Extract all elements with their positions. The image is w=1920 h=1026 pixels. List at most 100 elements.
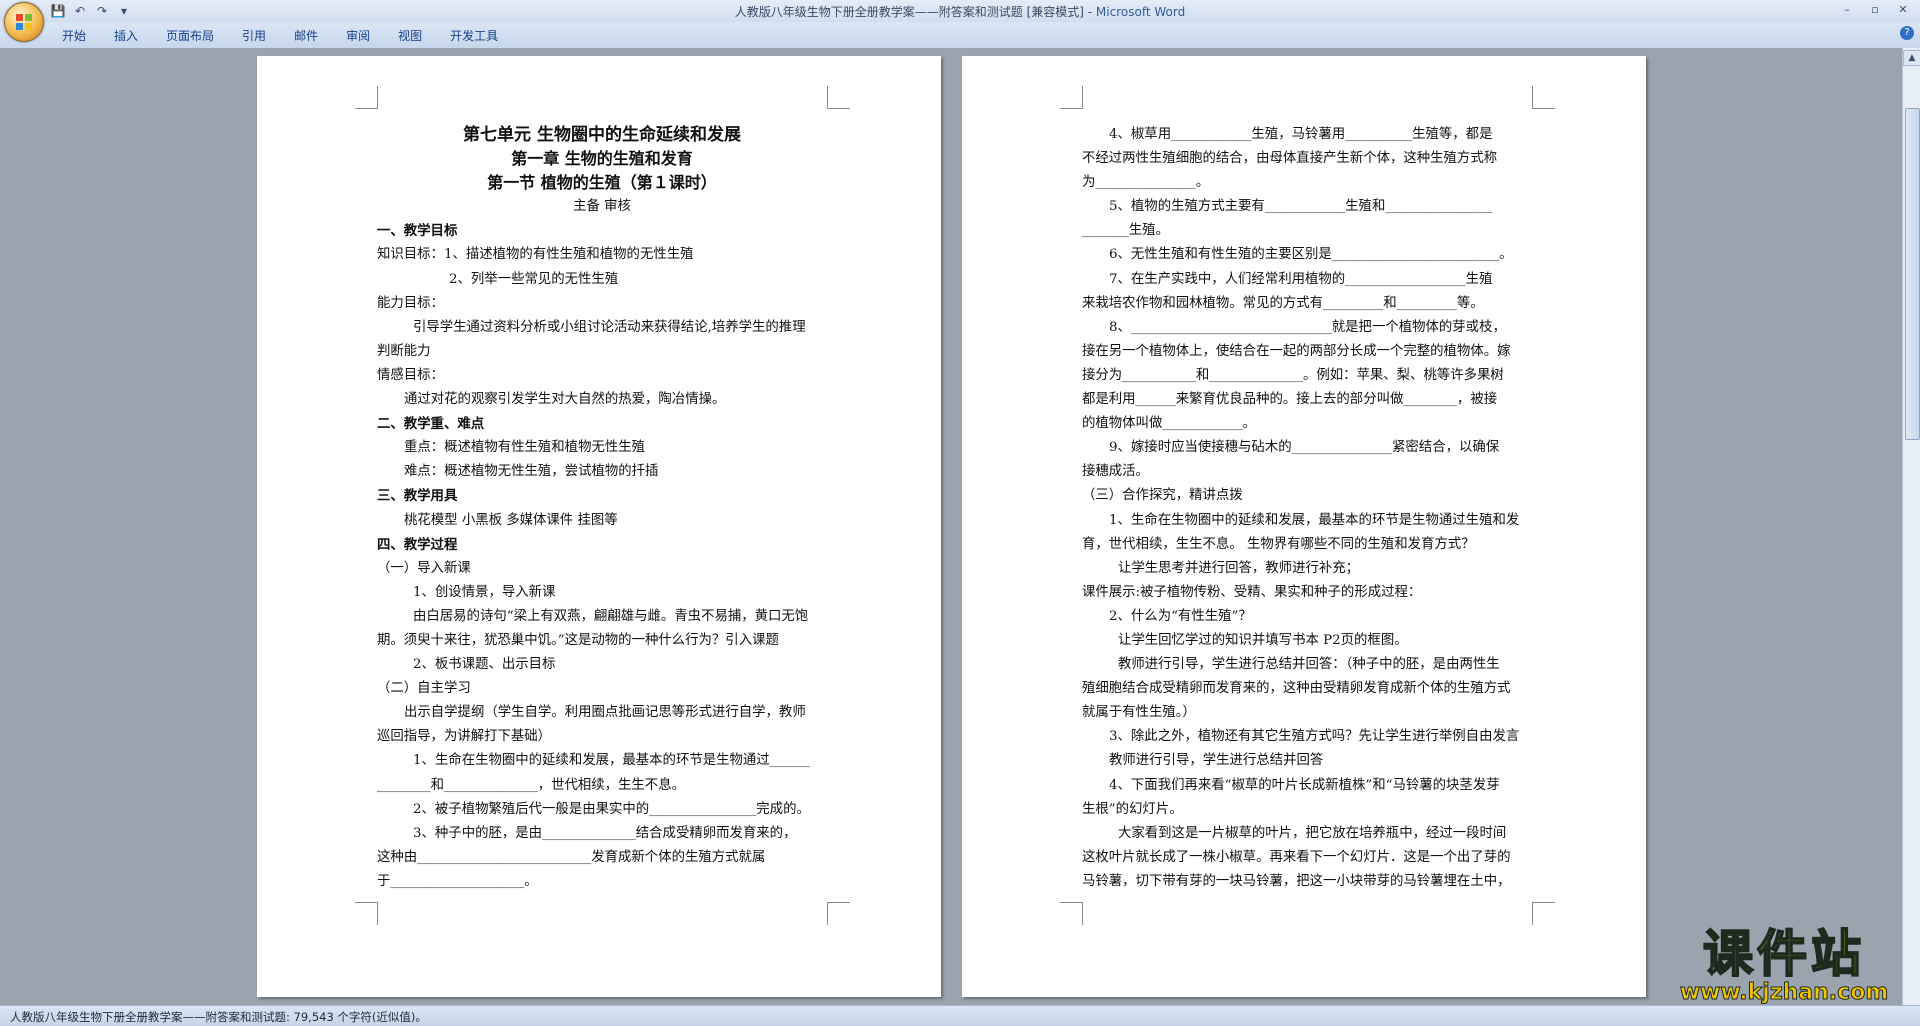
text-line[interactable]: 都是利用______来繁育优良品种的。接上去的部分叫做________，被接 [1082, 388, 1532, 412]
margin-mark [1532, 902, 1555, 925]
margin-mark [1060, 902, 1083, 925]
minimize-button[interactable]: – [1834, 1, 1860, 18]
text-line[interactable]: 难点：概述植物无性生殖，尝试植物的扦插 [377, 460, 827, 484]
text-line[interactable]: 这种由__________________________发育成新个体的生殖方式… [377, 846, 827, 870]
status-text: 人教版八年级生物下册全册教学案——附答案和测试题: 79,543 个字符(近似值… [10, 1010, 427, 1024]
text-line[interactable]: 接穗成活。 [1082, 460, 1532, 484]
text-line[interactable]: 6、无性生殖和有性生殖的主要区别是_______________________… [1082, 243, 1532, 267]
help-icon[interactable]: ? [1900, 26, 1914, 40]
text-line[interactable]: 接分为___________和______________。例如：苹果、梨、桃等… [1082, 364, 1532, 388]
text-line[interactable]: 四、教学过程 [377, 533, 827, 557]
text-line[interactable]: 桃花模型 小黑板 多媒体课件 挂图等 [377, 509, 827, 533]
text-line[interactable]: 情感目标： [377, 364, 827, 388]
text-line[interactable]: 于____________________。 [377, 870, 827, 894]
text-line[interactable]: 第一章 生物的生殖和发育 [377, 147, 827, 171]
text-line[interactable]: 的植物体叫做____________。 [1082, 412, 1532, 436]
page-1-text[interactable]: 第七单元 生物圈中的生命延续和发展 第一章 生物的生殖和发育 第一节 植物的生殖（… [377, 123, 827, 894]
watermark: 课件站 www.kjzhan.com [1666, 925, 1902, 1006]
text-line[interactable]: 1、生命在生物圈中的延续和发展，最基本的环节是生物通过生殖和发 [1082, 509, 1532, 533]
text-line[interactable]: 判断能力 [377, 340, 827, 364]
vertical-scrollbar[interactable]: ▲ [1902, 48, 1920, 1005]
text-line[interactable]: 2、被子植物繁殖后代一般是由果实中的________________完成的。 [377, 798, 827, 822]
text-line[interactable]: 生根”的幻灯片。 [1082, 798, 1532, 822]
tab-review[interactable]: 审阅 [332, 28, 384, 44]
document-page-2[interactable]: 4、椒草用____________生殖，马铃薯用__________生殖等，都是… [962, 56, 1646, 997]
text-line[interactable]: 3、种子中的胚，是由______________结合成受精卵而发育来的， [377, 822, 827, 846]
text-line[interactable]: 7、在生产实践中，人们经常利用植物的__________________生殖 [1082, 268, 1532, 292]
office-button[interactable] [4, 2, 44, 42]
text-line[interactable]: 二、教学重、难点 [377, 412, 827, 436]
text-line[interactable]: 就属于有性生殖。） [1082, 701, 1532, 725]
text-line[interactable]: 9、嫁接时应当使接穗与砧木的_______________紧密结合，以确保 [1082, 436, 1532, 460]
margin-mark [355, 86, 378, 109]
maximize-button[interactable]: ▫ [1862, 1, 1888, 18]
tab-page-layout[interactable]: 页面布局 [152, 28, 228, 44]
close-button[interactable]: ✕ [1890, 1, 1916, 18]
text-line[interactable]: 第一节 植物的生殖（第１课时） [377, 171, 827, 195]
tab-view[interactable]: 视图 [384, 28, 436, 44]
text-line[interactable]: 4、椒草用____________生殖，马铃薯用__________生殖等，都是 [1082, 123, 1532, 147]
text-line[interactable]: 重点：概述植物有性生殖和植物无性生殖 [377, 436, 827, 460]
text-line[interactable]: 期。须臾十来往，犹恐巢中饥。”这是动物的一种什么行为？引入课题 [377, 629, 827, 653]
text-line[interactable]: 教师进行引导，学生进行总结并回答：（种子中的胚，是由两性生 [1082, 653, 1532, 677]
text-line[interactable]: ________和______________，世代相续，生生不息。 [377, 774, 827, 798]
text-line[interactable]: 接在另一个植物体上，使结合在一起的两部分长成一个完整的植物体。嫁 [1082, 340, 1532, 364]
text-line[interactable]: 1、生命在生物圈中的延续和发展，最基本的环节是生物通过______ [377, 749, 827, 773]
watermark-text: 课件站 [1702, 925, 1865, 983]
text-line[interactable]: 主备 审核 [377, 195, 827, 219]
app-name: Microsoft Word [1095, 5, 1186, 19]
tab-insert[interactable]: 插入 [100, 28, 152, 44]
text-line[interactable]: 为_______________。 [1082, 171, 1532, 195]
text-line[interactable]: 不经过两性生殖细胞的结合，由母体直接产生新个体，这种生殖方式称 [1082, 147, 1532, 171]
tab-developer[interactable]: 开发工具 [436, 28, 512, 44]
scroll-up-button[interactable]: ▲ [1903, 50, 1920, 66]
ribbon-tab-bar: 开始 插入 页面布局 引用 邮件 审阅 视图 开发工具 ? [0, 22, 1920, 49]
text-line[interactable]: 3、除此之外，植物还有其它生殖方式吗？先让学生进行举例自由发言 [1082, 725, 1532, 749]
document-area[interactable]: 第七单元 生物圈中的生命延续和发展 第一章 生物的生殖和发育 第一节 植物的生殖（… [0, 48, 1902, 1005]
text-line[interactable]: 知识目标：1、描述植物的有性生殖和植物的无性生殖 [377, 243, 827, 267]
text-line[interactable]: 课件展示:被子植物传粉、受精、果实和种子的形成过程： [1082, 581, 1532, 605]
text-line[interactable]: 由白居易的诗句“梁上有双燕，翩翩雄与雌。青虫不易捕，黄口无饱 [377, 605, 827, 629]
tab-references[interactable]: 引用 [228, 28, 280, 44]
text-line[interactable]: 来栽培农作物和园林植物。常见的方式有_________和_________等。 [1082, 292, 1532, 316]
text-line[interactable]: 这枚叶片就长成了一株小椒草。再来看下一个幻灯片．这是一个出了芽的 [1082, 846, 1532, 870]
text-line[interactable]: 通过对花的观察引发学生对大自然的热爱，陶冶情操。 [377, 388, 827, 412]
margin-mark [1532, 86, 1555, 109]
text-line[interactable]: 2、什么为“有性生殖”？ [1082, 605, 1532, 629]
title-bar: 💾 ↶ ↷ ▾ 人教版八年级生物下册全册教学案——附答案和测试题 [兼容模式] … [0, 0, 1920, 22]
text-line[interactable]: 让学生回忆学过的知识并填写书本 P2页的框图。 [1082, 629, 1532, 653]
page-2-text[interactable]: 4、椒草用____________生殖，马铃薯用__________生殖等，都是… [1082, 123, 1532, 894]
text-line[interactable]: 育，世代相续，生生不息。 生物界有哪些不同的生殖和发育方式？ [1082, 533, 1532, 557]
text-line[interactable]: （一）导入新课 [377, 557, 827, 581]
window-title: 人教版八年级生物下册全册教学案——附答案和测试题 [兼容模式] - Micros… [0, 3, 1920, 20]
text-line[interactable]: 马铃薯，切下带有芽的一块马铃薯，把这一小块带芽的马铃薯埋在土中， [1082, 870, 1532, 894]
text-line[interactable]: 能力目标： [377, 292, 827, 316]
watermark-url: www.kjzhan.com [1679, 980, 1889, 1005]
margin-mark [827, 902, 850, 925]
text-line[interactable]: 殖细胞结合成受精卵而发育来的，这种由受精卵发育成新个体的生殖方式 [1082, 677, 1532, 701]
text-line[interactable]: 1、创设情景，导入新课 [377, 581, 827, 605]
text-line[interactable]: （二）自主学习 [377, 677, 827, 701]
text-line[interactable]: 引导学生通过资料分析或小组讨论活动来获得结论,培养学生的推理 [377, 316, 827, 340]
text-line[interactable]: _______生殖。 [1082, 219, 1532, 243]
text-line[interactable]: 5、植物的生殖方式主要有____________生殖和_____________… [1082, 195, 1532, 219]
text-line[interactable]: 三、教学用具 [377, 484, 827, 508]
text-line[interactable]: 出示自学提纲（学生自学。利用圈点批画记思等形式进行自学，教师 [377, 701, 827, 725]
scroll-thumb[interactable] [1905, 108, 1920, 440]
document-page-1[interactable]: 第七单元 生物圈中的生命延续和发展 第一章 生物的生殖和发育 第一节 植物的生殖（… [257, 56, 941, 997]
text-line[interactable]: 2、板书课题、出示目标 [377, 653, 827, 677]
margin-mark [1060, 86, 1083, 109]
text-line[interactable]: 一、教学目标 [377, 219, 827, 243]
text-line[interactable]: 巡回指导，为讲解打下基础） [377, 725, 827, 749]
text-line[interactable]: （三）合作探究，精讲点拨 [1082, 484, 1532, 508]
text-line[interactable]: 教师进行引导，学生进行总结并回答 [1082, 749, 1532, 773]
tab-home[interactable]: 开始 [48, 28, 100, 44]
text-line[interactable]: 8、______________________________就是把一个植物体… [1082, 316, 1532, 340]
text-line[interactable]: 4、下面我们再来看“椒草的叶片长成新植株”和“马铃薯的块茎发芽 [1082, 774, 1532, 798]
margin-mark [827, 86, 850, 109]
tab-mailings[interactable]: 邮件 [280, 28, 332, 44]
text-line[interactable]: 第七单元 生物圈中的生命延续和发展 [377, 123, 827, 147]
text-line[interactable]: 2、列举一些常见的无性生殖 [377, 268, 827, 292]
text-line[interactable]: 大家看到这是一片椒草的叶片，把它放在培养瓶中，经过一段时间 [1082, 822, 1532, 846]
text-line[interactable]: 让学生思考并进行回答，教师进行补充； [1082, 557, 1532, 581]
